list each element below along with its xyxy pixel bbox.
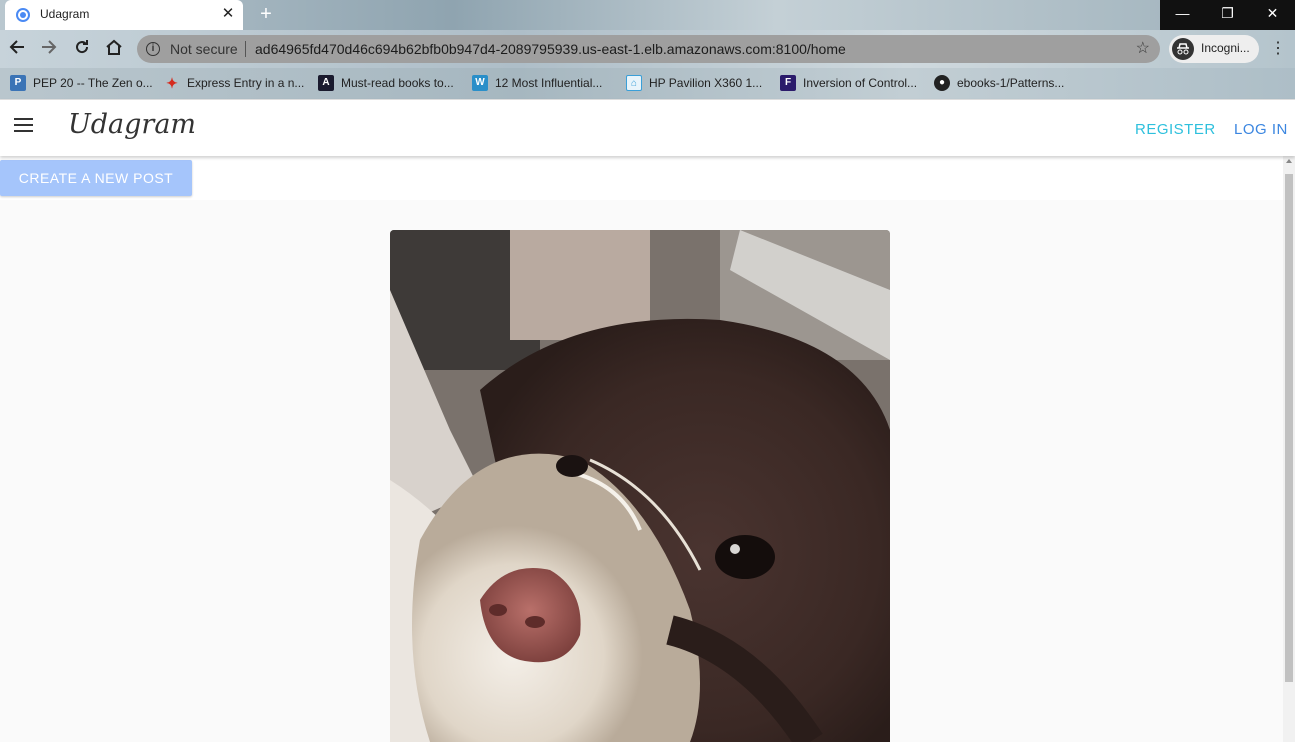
hamburger-menu-icon[interactable] xyxy=(14,118,34,134)
home-icon[interactable] xyxy=(103,38,125,60)
restore-button[interactable]: ❐ xyxy=(1205,0,1250,28)
window-controls: — ❐ ✕ xyxy=(1160,0,1295,30)
bookmark-label: Inversion of Control... xyxy=(803,76,918,90)
browser-title-bar: Udagram ✕ + — ❐ ✕ xyxy=(0,0,1295,30)
create-post-button[interactable]: CREATE A NEW POST xyxy=(0,160,192,196)
bookmark-item[interactable]: A Must-read books to... xyxy=(318,74,454,92)
scroll-up-arrow-icon[interactable] xyxy=(1286,159,1292,163)
bookmark-item[interactable]: ● ebooks-1/Patterns... xyxy=(934,74,1064,92)
bookmark-item[interactable]: ✦ Express Entry in a n... xyxy=(164,74,304,92)
create-post-bar: CREATE A NEW POST xyxy=(0,156,1283,200)
incognito-profile-button[interactable]: Incogni... xyxy=(1169,35,1259,63)
github-icon: ● xyxy=(934,75,950,91)
main-content: CREATE A NEW POST xyxy=(0,156,1283,742)
dog-photo xyxy=(390,230,890,742)
url-text[interactable]: ad64965fd470d46c694b62bfb0b947d4-2089795… xyxy=(255,41,846,57)
minimize-button[interactable]: — xyxy=(1160,0,1205,28)
f-icon: F xyxy=(780,75,796,91)
bookmark-star-icon[interactable]: ☆ xyxy=(1136,38,1150,58)
login-button[interactable]: LOG IN xyxy=(1234,121,1288,138)
bookmark-item[interactable]: W 12 Most Influential... xyxy=(472,74,602,92)
app-header: Udagram REGISTER LOG IN xyxy=(0,99,1295,156)
reload-icon[interactable] xyxy=(71,38,93,60)
wordpress-icon: W xyxy=(472,75,488,91)
back-arrow-icon[interactable] xyxy=(6,38,28,60)
python-icon: P xyxy=(10,75,26,91)
new-tab-button[interactable]: + xyxy=(254,3,278,27)
bookmark-label: ebooks-1/Patterns... xyxy=(957,76,1065,90)
info-icon[interactable]: i xyxy=(146,42,160,56)
forward-arrow-icon[interactable] xyxy=(38,38,60,60)
page-scrollbar[interactable] xyxy=(1283,156,1295,742)
bookmark-label: PEP 20 -- The Zen o... xyxy=(33,76,153,90)
incognito-icon xyxy=(1172,38,1194,60)
address-bar[interactable]: i Not secure ad64965fd470d46c694b62bfb0b… xyxy=(137,35,1160,63)
feed-item-image xyxy=(390,230,890,742)
security-label: Not secure xyxy=(170,41,238,57)
bookmark-item[interactable]: ⌂ HP Pavilion X360 1... xyxy=(626,74,762,92)
app-brand: Udagram xyxy=(68,109,197,140)
browser-toolbar: i Not secure ad64965fd470d46c694b62bfb0b… xyxy=(0,30,1295,68)
tab-close-icon[interactable]: ✕ xyxy=(219,5,237,23)
tab-title: Udagram xyxy=(40,7,90,21)
house-icon: ⌂ xyxy=(626,75,642,91)
incognito-label: Incogni... xyxy=(1201,41,1250,55)
bookmark-label: Must-read books to... xyxy=(341,76,454,90)
maple-leaf-icon: ✦ xyxy=(166,75,178,91)
bookmark-label: HP Pavilion X360 1... xyxy=(649,76,763,90)
address-separator xyxy=(245,41,246,57)
browser-tab[interactable]: Udagram ✕ xyxy=(5,0,243,30)
bookmarks-bar: P PEP 20 -- The Zen o... ✦ Express Entry… xyxy=(0,68,1295,99)
bookmark-item[interactable]: P PEP 20 -- The Zen o... xyxy=(10,74,153,92)
register-button[interactable]: REGISTER xyxy=(1135,121,1216,138)
book-icon: A xyxy=(318,75,334,91)
bookmark-item[interactable]: F Inversion of Control... xyxy=(780,74,917,92)
tab-favicon-icon xyxy=(16,8,30,22)
close-window-button[interactable]: ✕ xyxy=(1250,0,1295,28)
browser-menu-icon[interactable]: ⋮ xyxy=(1270,38,1286,60)
bookmark-label: Express Entry in a n... xyxy=(187,76,305,90)
bookmark-label: 12 Most Influential... xyxy=(495,76,603,90)
scrollbar-thumb[interactable] xyxy=(1285,174,1293,682)
